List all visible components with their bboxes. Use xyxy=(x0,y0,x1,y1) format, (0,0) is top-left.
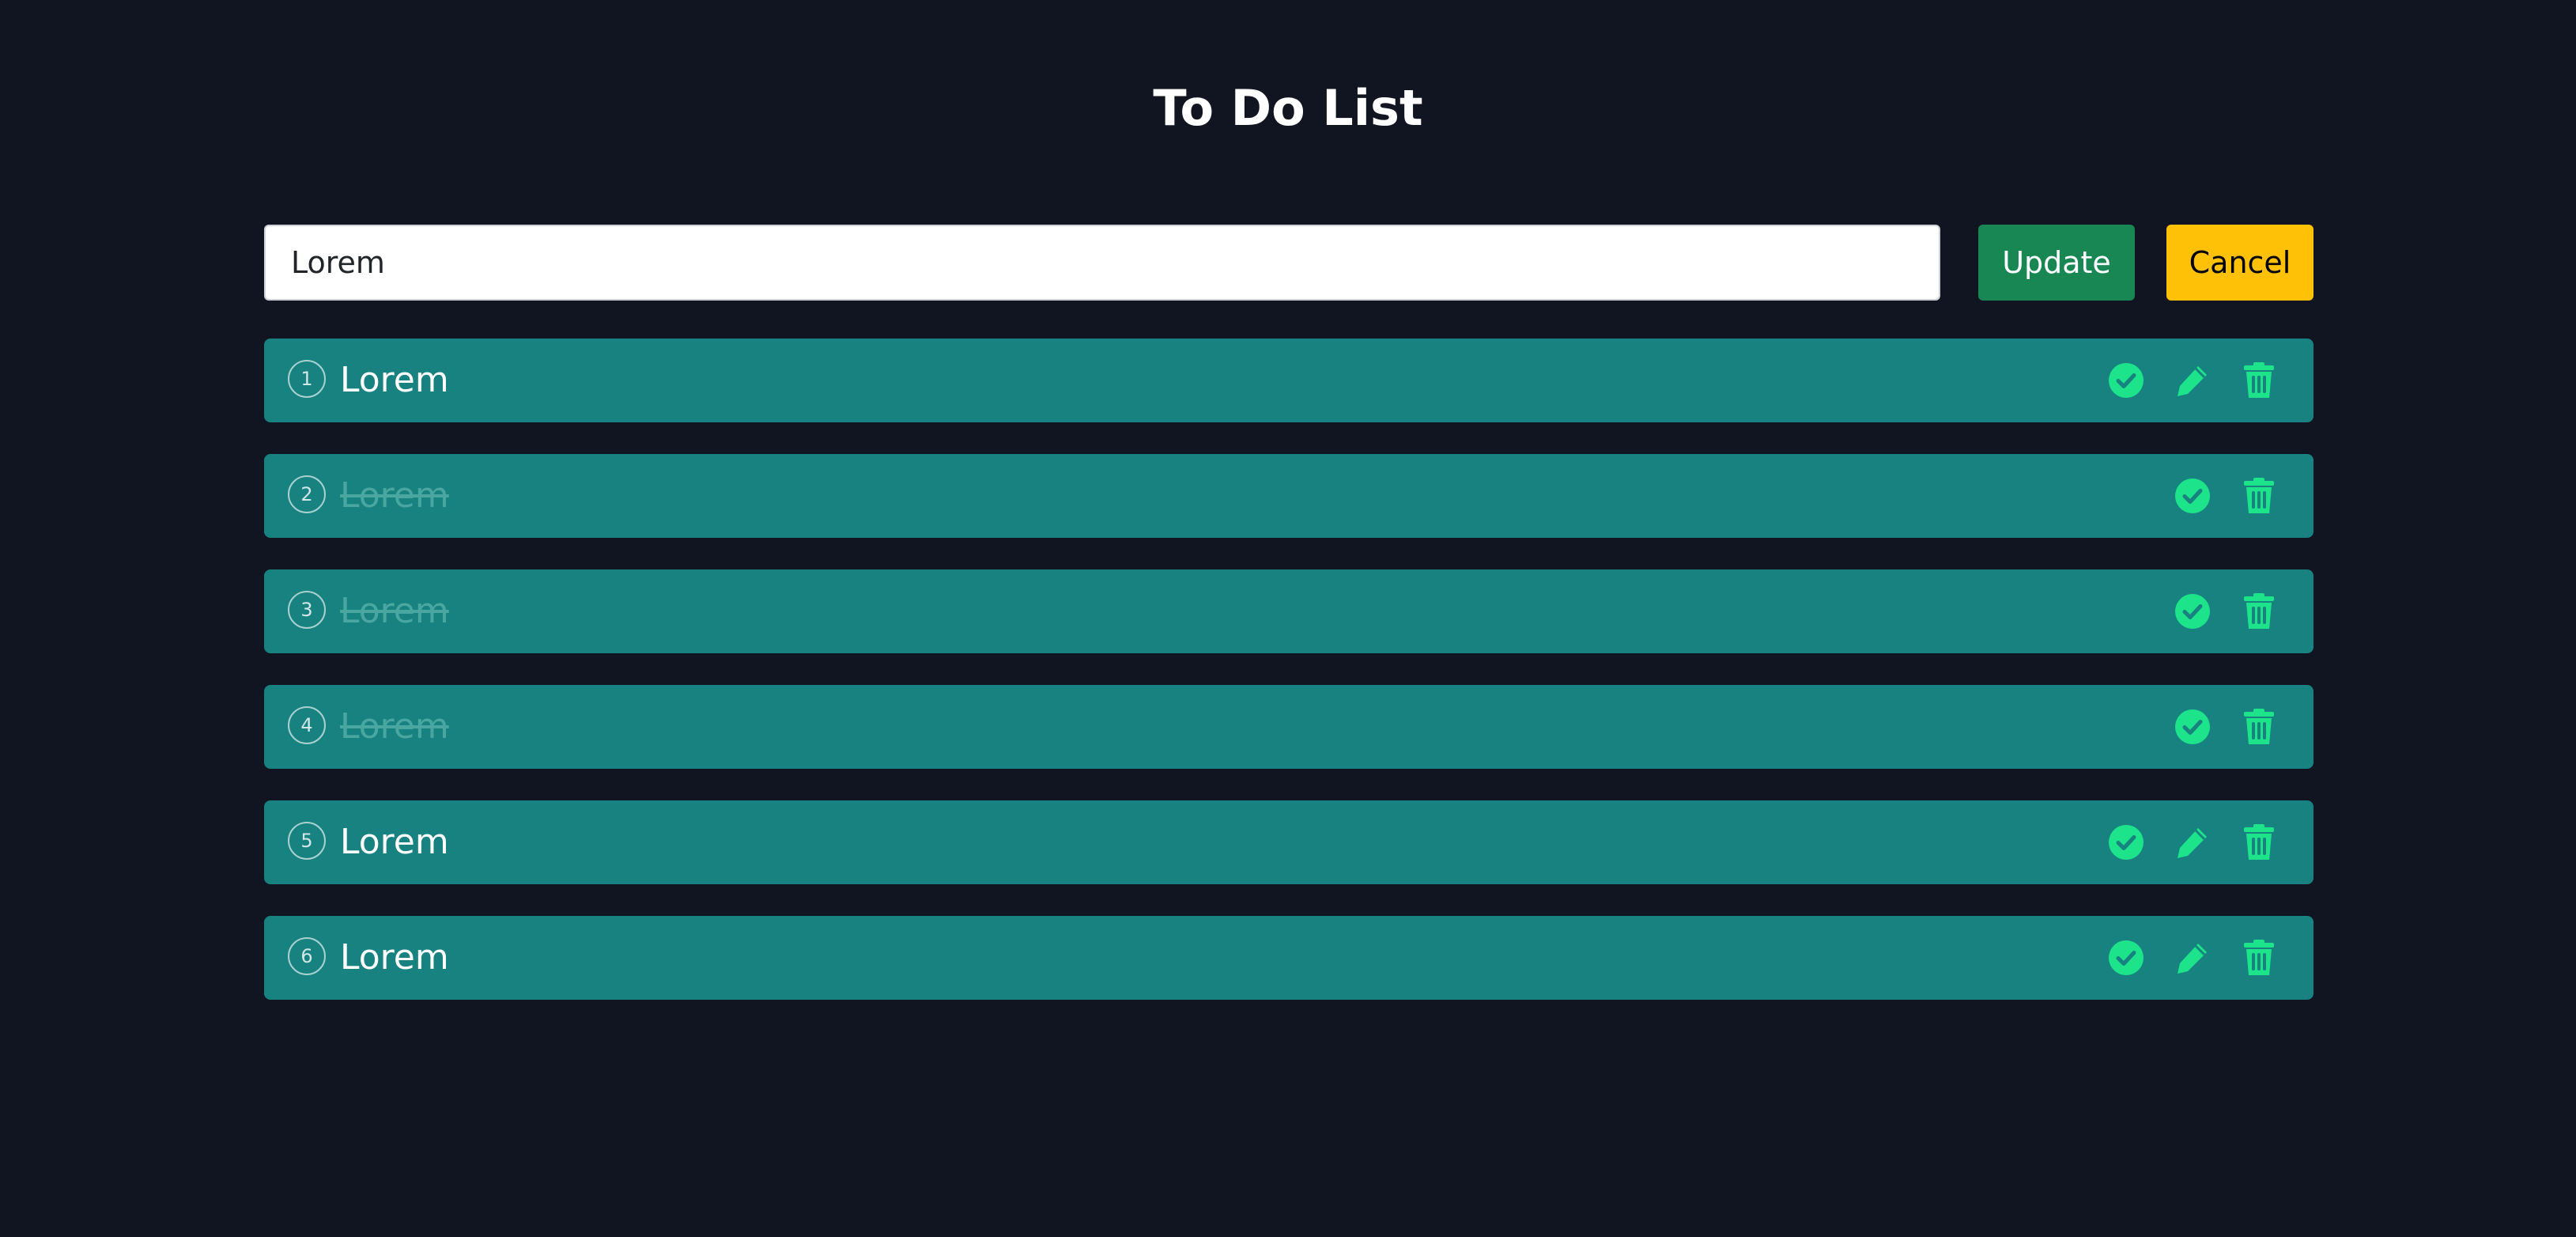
check-circle-icon xyxy=(2174,478,2211,514)
task-item: 4 Lorem xyxy=(264,685,2313,769)
complete-button[interactable] xyxy=(2105,359,2147,402)
task-item: 5 Lorem xyxy=(264,800,2313,884)
delete-button[interactable] xyxy=(2238,936,2280,979)
task-text: Lorem xyxy=(340,822,449,862)
task-text: Lorem xyxy=(340,937,449,978)
task-actions xyxy=(2147,569,2280,653)
task-item: 3 Lorem xyxy=(264,569,2313,653)
task-number: 6 xyxy=(288,937,326,975)
task-actions xyxy=(2081,339,2280,422)
check-circle-icon xyxy=(2108,824,2144,861)
trash-icon xyxy=(2243,708,2275,746)
cancel-button[interactable]: Cancel xyxy=(2166,225,2313,301)
complete-button[interactable] xyxy=(2171,475,2214,517)
delete-button[interactable] xyxy=(2238,590,2280,633)
task-item: 6 Lorem xyxy=(264,916,2313,1000)
check-circle-icon xyxy=(2108,940,2144,976)
task-item: 1 Lorem xyxy=(264,339,2313,422)
trash-icon xyxy=(2243,939,2275,977)
todo-app: To Do List Update Cancel 1 Lorem 2 Lorem… xyxy=(0,0,2576,1237)
task-number: 5 xyxy=(288,822,326,860)
complete-button[interactable] xyxy=(2105,821,2147,864)
task-actions xyxy=(2081,916,2280,1000)
task-actions xyxy=(2147,685,2280,769)
complete-button[interactable] xyxy=(2171,590,2214,633)
complete-button[interactable] xyxy=(2105,936,2147,979)
task-list: 1 Lorem 2 Lorem 3 Lorem 4 Lorem 5 Lorem … xyxy=(264,339,2313,1031)
task-text: Lorem xyxy=(340,360,449,400)
trash-icon xyxy=(2243,823,2275,861)
task-text: Lorem xyxy=(340,591,449,631)
delete-button[interactable] xyxy=(2238,821,2280,864)
page-title: To Do List xyxy=(1153,79,1423,137)
trash-icon xyxy=(2243,361,2275,399)
task-number: 4 xyxy=(288,706,326,744)
edit-button[interactable] xyxy=(2171,936,2214,979)
edit-task-form: Update Cancel xyxy=(264,225,2313,301)
delete-button[interactable] xyxy=(2238,475,2280,517)
delete-button[interactable] xyxy=(2238,706,2280,748)
pencil-icon xyxy=(2174,823,2212,861)
update-button[interactable]: Update xyxy=(1978,225,2135,301)
task-text: Lorem xyxy=(340,475,449,516)
task-number: 1 xyxy=(288,360,326,398)
delete-button[interactable] xyxy=(2238,359,2280,402)
trash-icon xyxy=(2243,477,2275,515)
task-actions xyxy=(2147,454,2280,538)
task-number: 3 xyxy=(288,591,326,629)
check-circle-icon xyxy=(2174,593,2211,630)
task-text: Lorem xyxy=(340,706,449,747)
trash-icon xyxy=(2243,592,2275,630)
edit-task-input[interactable] xyxy=(264,225,1940,301)
edit-button[interactable] xyxy=(2171,359,2214,402)
task-actions xyxy=(2081,800,2280,884)
task-number: 2 xyxy=(288,475,326,513)
pencil-icon xyxy=(2174,939,2212,977)
pencil-icon xyxy=(2174,361,2212,399)
complete-button[interactable] xyxy=(2171,706,2214,748)
check-circle-icon xyxy=(2108,362,2144,399)
task-item: 2 Lorem xyxy=(264,454,2313,538)
check-circle-icon xyxy=(2174,709,2211,745)
edit-button[interactable] xyxy=(2171,821,2214,864)
